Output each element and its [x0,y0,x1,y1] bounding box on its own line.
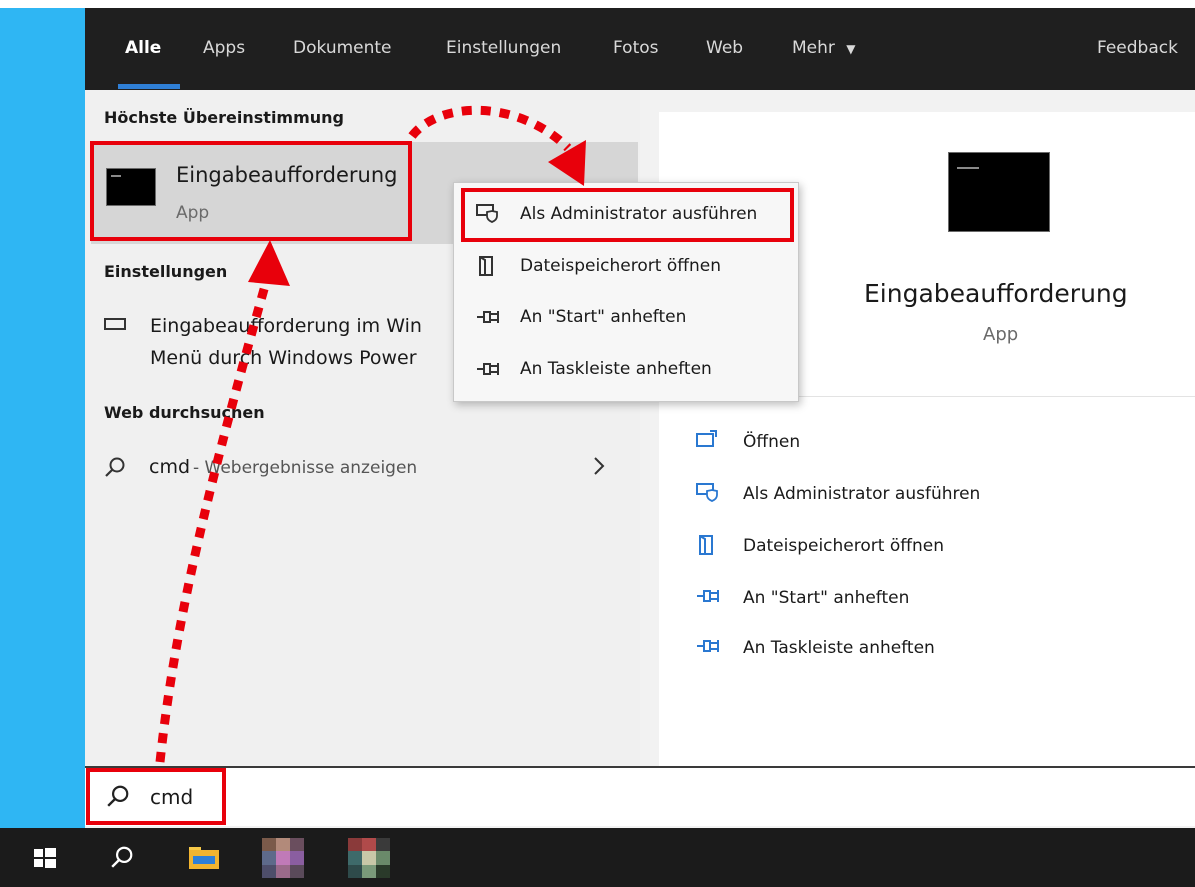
annotation-arrows [155,105,586,763]
arrow-search-to-result [155,266,275,763]
arrow-result-to-menu [408,105,572,152]
arrow-head-up [248,240,290,286]
